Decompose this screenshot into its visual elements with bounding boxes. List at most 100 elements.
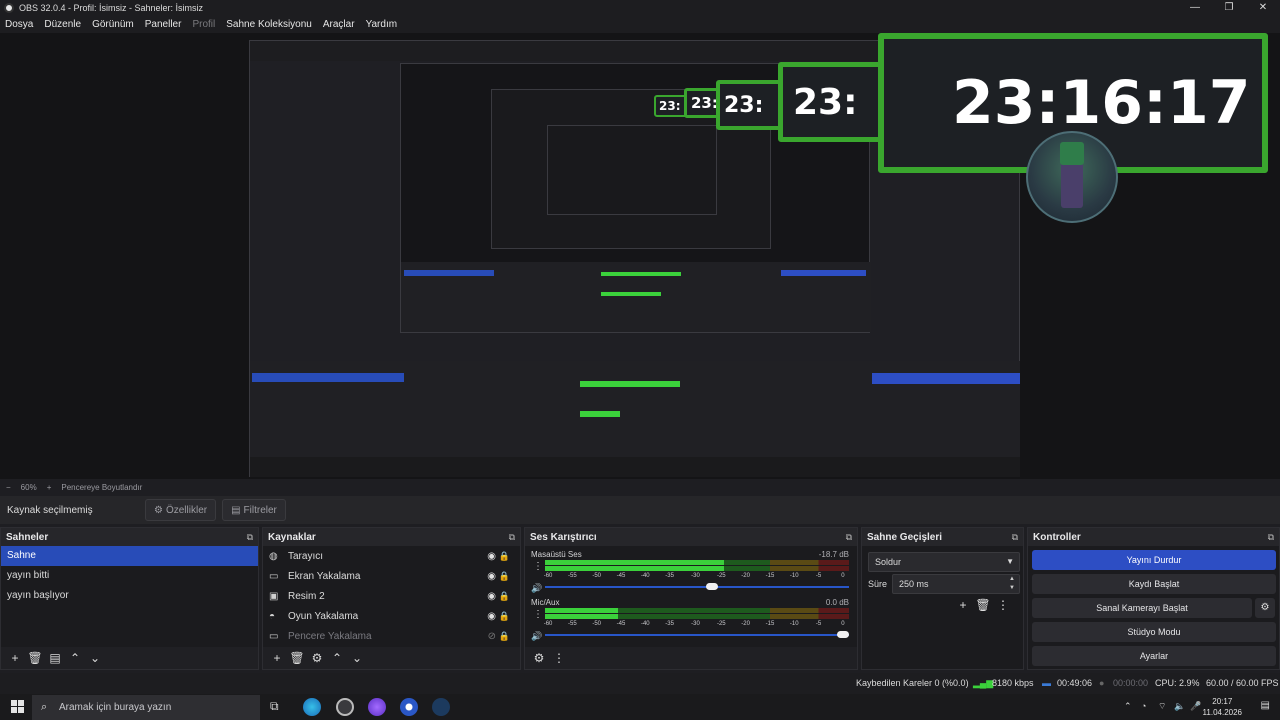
edge-icon[interactable] [303,698,321,716]
wifi-icon[interactable]: ⌔ [1158,701,1166,712]
eye-hidden-icon[interactable]: ⊘ [488,631,496,642]
notification-icon[interactable]: ▤ [1261,700,1270,711]
start-record-button[interactable]: Kaydı Başlat [1032,574,1276,594]
obs-logo-icon [4,2,14,13]
trash-icon[interactable]: 🗑 [25,651,45,665]
lock-icon[interactable]: 🔒 [499,551,510,562]
undock-icon[interactable]: ⧉ [247,532,253,543]
tick-label: -45 [616,621,626,627]
undock-icon[interactable]: ⧉ [509,532,515,543]
eye-icon[interactable]: ◉ [487,611,496,622]
source-item[interactable]: ▭ Pencere Yakalama ⊘ 🔒 [263,626,520,646]
lock-icon[interactable]: 🔒 [499,611,510,622]
chevron-up-icon[interactable]: ⌃ [1124,701,1132,712]
zoom-mode[interactable]: Pencereye Boyutlandır [61,483,142,492]
kebab-menu-icon[interactable]: ⋮ [533,609,543,620]
kebab-menu-icon[interactable]: ⋮ [533,561,543,572]
eye-icon[interactable]: ◉ [487,551,496,562]
controls-dock: Kontroller ⧉ Yayını Durdur Kaydı Başlat … [1027,527,1280,670]
source-item[interactable]: ◓ Oyun Yakalama ◉ 🔒 [263,606,520,626]
tick-label: -20 [741,573,750,579]
undock-icon[interactable]: ⧉ [1268,532,1274,543]
preview-area[interactable]: 23: 23: 23: 23: 23:16:17 [0,33,1280,479]
gear-icon[interactable]: ⚙ [1255,598,1275,618]
scene-item[interactable]: Sahne [1,546,258,566]
speaker-icon[interactable]: 🔊 [531,583,542,594]
meter-level [545,608,618,613]
add-icon[interactable]: + [267,651,287,665]
lock-icon[interactable]: 🔒 [499,591,510,602]
studio-mode-button[interactable]: Stüdyo Modu [1032,622,1276,642]
steam-icon[interactable] [432,698,450,716]
eye-icon[interactable]: ◉ [487,571,496,582]
minimize-button[interactable]: — [1178,0,1212,15]
add-icon[interactable]: + [953,598,973,612]
scenes-title: Sahneler [6,531,49,543]
menu-docks[interactable]: Paneller [145,19,182,30]
undock-icon[interactable]: ⧉ [846,532,852,543]
filters-button[interactable]: ▤ Filtreler [222,499,286,521]
arrow-up-icon[interactable]: ⌃ [65,651,85,665]
obs-app-icon[interactable] [336,698,354,716]
gear-icon[interactable]: ⚙ [307,651,327,665]
menu-scene-collection[interactable]: Sahne Koleksiyonu [226,19,312,30]
maximize-button[interactable]: ❐ [1212,0,1246,15]
mic-icon[interactable]: 🎤 [1190,701,1201,712]
lock-icon[interactable]: 🔒 [499,631,510,642]
scene-item[interactable]: yayın bitti [1,566,258,586]
virtual-camera-button[interactable]: Sanal Kamerayı Başlat [1032,598,1252,618]
chevron-down-icon: ▼ [1006,557,1014,566]
app-icon[interactable] [400,698,418,716]
audio-mixer-dock: Ses Karıştırıcı ⧉ Masaüstü Ses -18.7 dB … [524,527,858,670]
close-button[interactable]: ✕ [1246,0,1280,15]
arrow-up-icon[interactable]: ⌃ [327,651,347,665]
eye-icon[interactable]: ◉ [487,591,496,602]
windows-start-icon[interactable] [11,700,25,714]
spinner-icon[interactable]: ▲ ▼ [1009,575,1015,593]
menu-file[interactable]: Dosya [5,19,33,30]
trash-icon[interactable]: 🗑 [973,598,993,612]
undock-icon[interactable]: ⧉ [1012,532,1018,543]
task-view-icon[interactable]: ⧉ [270,699,279,714]
source-item[interactable]: ◍ Tarayıcı ◉ 🔒 [263,546,520,566]
trash-icon[interactable]: 🗑 [287,651,307,665]
duration-input[interactable]: 250 ms ▲ ▼ [892,574,1020,594]
filter-icon[interactable]: ▤ [45,651,65,665]
gear-icon: ⚙ [154,504,163,516]
zoom-level[interactable]: 60% [21,483,37,492]
network-icon[interactable]: ◔ [1141,701,1146,711]
lock-icon[interactable]: 🔒 [499,571,510,582]
taskbar-clock[interactable]: 20:17 11.04.2026 [1203,696,1242,718]
nested-docks-main [250,361,1020,477]
volume-slider[interactable] [545,583,849,590]
properties-button[interactable]: ⚙ Özellikler [145,499,217,521]
volume-slider[interactable] [545,631,849,638]
arrow-down-icon[interactable]: ⌄ [85,651,105,665]
stop-stream-button[interactable]: Yayını Durdur [1032,550,1276,570]
menu-profile: Profil [192,18,216,30]
volume-slider-knob[interactable] [706,583,719,590]
add-icon[interactable]: + [5,651,25,665]
volume-icon[interactable]: 🔈 [1174,701,1185,712]
settings-button[interactable]: Ayarlar [1032,646,1276,666]
discord-icon[interactable] [368,698,386,716]
controls-header: Kontroller ⧉ [1028,528,1279,546]
menu-view[interactable]: Görünüm [92,19,134,30]
speaker-icon[interactable]: 🔊 [531,631,542,642]
source-item[interactable]: ▭ Ekran Yakalama ◉ 🔒 [263,566,520,586]
kebab-menu-icon[interactable]: ⋮ [549,651,569,665]
taskbar-search[interactable]: ⌕ Aramak için buraya yazın [32,695,260,720]
kebab-menu-icon[interactable]: ⋮ [993,598,1013,612]
source-item[interactable]: ▣ Resim 2 ◉ 🔒 [263,586,520,606]
transition-select[interactable]: Soldur ▼ [868,552,1020,572]
menu-tools[interactable]: Araçlar [323,19,355,30]
scene-item[interactable]: yayın başlıyor [1,586,258,606]
volume-slider-knob[interactable] [836,631,849,638]
zoom-in-button[interactable]: + [47,483,52,492]
zoom-out-button[interactable]: − [6,483,11,492]
menu-help[interactable]: Yardım [366,19,398,30]
advanced-audio-icon[interactable]: ⚙ [529,651,549,665]
arrow-down-icon[interactable]: ⌄ [347,651,367,665]
menu-edit[interactable]: Düzenle [44,19,81,30]
menu-bar: Dosya Düzenle Görünüm Paneller Profil Sa… [0,15,1280,33]
